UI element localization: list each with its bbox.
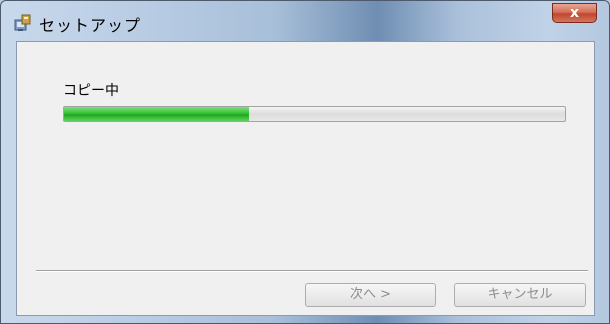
close-button[interactable]: x: [552, 3, 597, 23]
title-bar[interactable]: セットアップ x: [1, 1, 609, 41]
divider: [36, 270, 588, 272]
progress-fill: [64, 107, 250, 121]
cancel-button[interactable]: キャンセル: [454, 283, 586, 307]
window-title: セットアップ: [39, 16, 142, 35]
setup-installer-icon: [14, 14, 31, 31]
dialog-client-area: コピー中 次へ > キャンセル: [16, 41, 595, 316]
status-label: コピー中: [63, 83, 119, 99]
close-icon: x: [569, 5, 580, 21]
setup-window: セットアップ x コピー中 次へ > キャンセル: [0, 0, 610, 324]
next-button[interactable]: 次へ >: [305, 283, 436, 307]
progress-bar: [63, 106, 566, 122]
